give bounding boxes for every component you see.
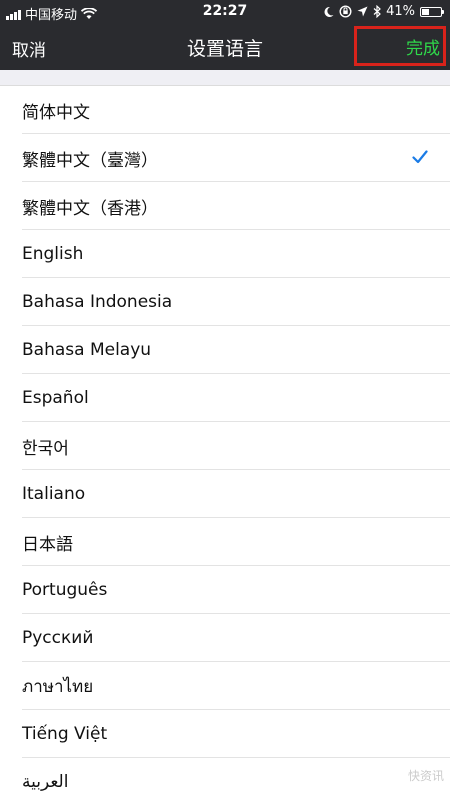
- language-option[interactable]: 한국어: [0, 422, 450, 470]
- battery-icon: [420, 6, 444, 17]
- language-label: ภาษาไทย: [22, 676, 94, 697]
- battery-fill: [422, 8, 429, 15]
- language-option[interactable]: Bahasa Indonesia: [0, 278, 450, 326]
- rotation-lock-icon: [339, 5, 352, 18]
- language-option[interactable]: Tiếng Việt: [0, 710, 450, 758]
- language-label: English: [22, 244, 84, 264]
- watermark: 快资讯: [407, 769, 444, 783]
- language-option[interactable]: English: [0, 230, 450, 278]
- moon-icon: [324, 6, 334, 17]
- language-label: Русский: [22, 628, 94, 648]
- language-label: Bahasa Indonesia: [22, 292, 173, 312]
- checkmark-icon: [412, 150, 428, 164]
- language-option[interactable]: 繁體中文（臺灣）: [0, 134, 450, 182]
- language-option[interactable]: العربية: [0, 758, 450, 800]
- language-label: العربية: [22, 772, 69, 792]
- navigation-bar: 取消 设置语言 完成: [0, 24, 450, 70]
- language-option[interactable]: ภาษาไทย: [0, 662, 450, 710]
- language-label: 한국어: [22, 438, 69, 459]
- language-settings-screen: 中国移动 22:27 41% 取消 设置语言 完成 简体中文 繁體中文（臺灣） …: [0, 0, 450, 800]
- language-option[interactable]: 繁體中文（香港）: [0, 182, 450, 230]
- status-right: 41%: [323, 4, 444, 19]
- language-option[interactable]: Русский: [0, 614, 450, 662]
- location-arrow-icon: [357, 6, 368, 17]
- language-label: Português: [22, 580, 108, 600]
- language-option[interactable]: 简体中文: [0, 86, 450, 134]
- status-bar: 中国移动 22:27 41%: [0, 0, 450, 24]
- language-label: Español: [22, 388, 89, 408]
- language-label: 简体中文: [22, 102, 90, 123]
- language-list: 简体中文 繁體中文（臺灣） 繁體中文（香港） English Bahasa In…: [0, 86, 450, 800]
- language-option[interactable]: Bahasa Melayu: [0, 326, 450, 374]
- battery-percent: 41%: [386, 4, 415, 19]
- language-label: 日本語: [22, 534, 73, 555]
- language-option[interactable]: 日本語: [0, 518, 450, 566]
- language-option[interactable]: Italiano: [0, 470, 450, 518]
- done-button[interactable]: 完成: [406, 34, 440, 59]
- language-label: 繁體中文（香港）: [22, 198, 158, 219]
- language-option[interactable]: Português: [0, 566, 450, 614]
- section-separator: [0, 70, 450, 86]
- bluetooth-icon: [373, 5, 381, 18]
- language-label: 繁體中文（臺灣）: [22, 150, 158, 171]
- language-option[interactable]: Español: [0, 374, 450, 422]
- language-label: Italiano: [22, 484, 86, 504]
- language-label: Tiếng Việt: [22, 724, 108, 744]
- language-label: Bahasa Melayu: [22, 340, 152, 360]
